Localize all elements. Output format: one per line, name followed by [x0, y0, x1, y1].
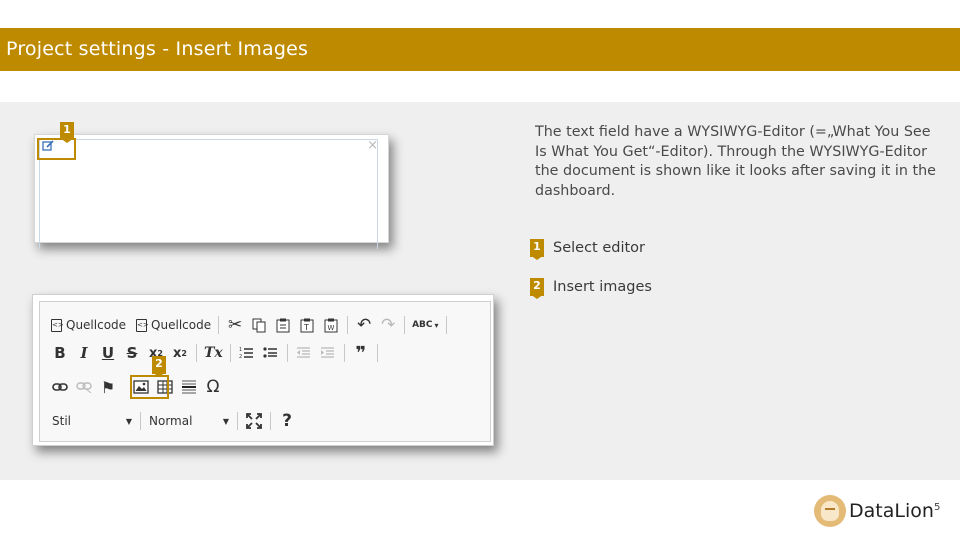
step-item-2: 2 Insert images — [530, 278, 652, 299]
bold-button[interactable]: B — [48, 341, 72, 365]
toolbar-row-1: <> Quellcode <> Quellcode ✂ T W ↶ ↷ ABC ▾ — [48, 311, 451, 339]
style-select[interactable]: Stil ▼ — [48, 410, 136, 432]
text-field[interactable] — [39, 139, 378, 249]
help-icon[interactable]: ? — [275, 409, 299, 433]
style-select-value: Stil — [52, 414, 71, 428]
paste-word-icon[interactable]: W — [319, 313, 343, 337]
outdent-icon[interactable] — [292, 341, 316, 365]
maximize-icon[interactable] — [242, 409, 266, 433]
separator — [343, 344, 345, 362]
numbered-list-icon[interactable]: 12 — [235, 341, 259, 365]
blockquote-icon[interactable]: ❞ — [349, 341, 373, 365]
anchor-flag-icon[interactable]: ⚑ — [96, 375, 120, 399]
step-badge-2: 2 — [152, 356, 166, 377]
cut-icon[interactable]: ✂ — [223, 313, 247, 337]
separator — [376, 344, 378, 362]
text-field-screenshot: × — [34, 134, 389, 249]
undo-icon[interactable]: ↶ — [352, 313, 376, 337]
format-select[interactable]: Normal ▼ — [145, 410, 233, 432]
step-label-2: Insert images — [553, 279, 652, 295]
svg-text:2: 2 — [239, 354, 242, 360]
page-title: Project settings - Insert Images — [6, 38, 309, 60]
paste-icon[interactable] — [271, 313, 295, 337]
toolbar-row-2: B I U S x2 x2 Tx 12 ❞ — [48, 339, 382, 367]
superscript-label: x — [173, 345, 182, 361]
spellcheck-icon[interactable]: ABC ▾ — [409, 313, 441, 337]
brand-name: DataLion — [849, 500, 934, 522]
separator — [196, 344, 197, 362]
page-number: 5 — [934, 502, 941, 513]
svg-text:W: W — [328, 324, 335, 332]
remove-format-button[interactable]: Tx — [201, 341, 226, 365]
format-select-value: Normal — [149, 414, 193, 428]
source-icon: <> — [136, 318, 149, 332]
source-icon: <> — [51, 318, 64, 332]
unlink-icon[interactable] — [72, 375, 96, 399]
special-char-icon[interactable]: Ω — [201, 375, 225, 399]
link-icon[interactable] — [48, 375, 72, 399]
indent-icon[interactable] — [316, 341, 340, 365]
source-label-2: Quellcode — [151, 318, 212, 332]
chevron-down-icon: ▼ — [125, 416, 132, 426]
redo-icon[interactable]: ↷ — [376, 313, 400, 337]
divider — [39, 441, 491, 442]
highlight-box-2 — [130, 375, 169, 399]
separator — [286, 344, 288, 362]
horizontal-line-icon[interactable] — [177, 375, 201, 399]
step-number-badge-2: 2 — [530, 278, 544, 299]
separator — [347, 316, 349, 334]
datalion-logo-icon — [814, 495, 846, 527]
separator — [229, 344, 231, 362]
italic-button[interactable]: I — [72, 341, 96, 365]
source-button[interactable]: <> Quellcode — [48, 313, 129, 337]
svg-text:T: T — [303, 323, 309, 332]
paste-text-icon[interactable]: T — [295, 313, 319, 337]
step-label-1: Select editor — [553, 240, 646, 256]
title-bar: Project settings - Insert Images — [0, 28, 960, 71]
description-text: The text field have a WYSIWYG-Editor (=„… — [535, 124, 936, 199]
source-label: Quellcode — [66, 318, 127, 332]
spellcheck-label: ABC — [412, 320, 433, 330]
strikethrough-button[interactable]: S — [120, 341, 144, 365]
superscript-button[interactable]: x2 — [168, 341, 192, 365]
step-item-1: 1 Select editor — [530, 239, 646, 260]
separator — [270, 412, 271, 430]
separator — [445, 316, 447, 334]
underline-button[interactable]: U — [96, 341, 120, 365]
source-button-2[interactable]: <> Quellcode — [133, 313, 214, 337]
bullet-list-icon[interactable] — [259, 341, 283, 365]
separator — [218, 316, 220, 334]
close-icon[interactable]: × — [367, 139, 378, 153]
step-number-badge-1: 1 — [530, 239, 544, 260]
step-badge-1: 1 — [60, 122, 74, 143]
separator — [140, 412, 141, 430]
separator — [404, 316, 406, 334]
separator — [237, 412, 238, 430]
svg-text:1: 1 — [239, 347, 242, 353]
copy-icon[interactable] — [247, 313, 271, 337]
chevron-down-icon: ▼ — [222, 416, 229, 426]
toolbar-row-4: Stil ▼ Normal ▼ ? — [48, 407, 299, 435]
